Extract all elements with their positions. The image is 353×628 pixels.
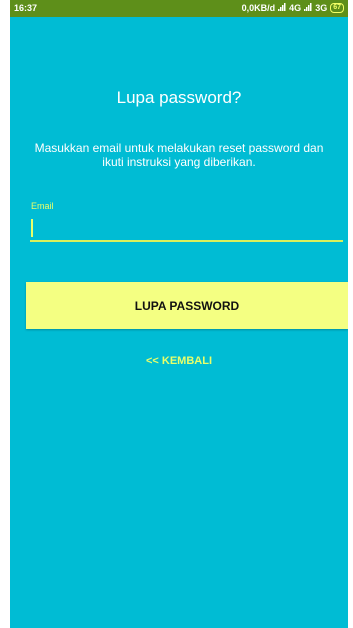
text-cursor [31,219,33,237]
email-label: Email [31,201,54,211]
instruction-text: Masukkan email untuk melakukan reset pas… [34,141,324,169]
status-time: 16:37 [14,3,38,13]
network-speed: 0,0KB/d [241,3,276,13]
signal-strength-icon [278,3,286,13]
app-screen: 16:37 0,0KB/d 4G 3G 67 Lupa password? Ma… [10,0,348,628]
status-bar: 16:37 0,0KB/d 4G 3G 67 [10,0,348,17]
back-link[interactable]: << KEMBALI [10,355,348,367]
status-indicators: 0,0KB/d 4G 3G 67 [242,3,344,13]
signal-strength-icon [304,3,312,13]
network-type-3g: 3G [315,3,328,13]
page-title: Lupa password? [116,88,242,107]
forgot-password-button[interactable]: LUPA PASSWORD [26,282,348,329]
battery-icon: 67 [330,3,344,13]
email-field[interactable] [30,214,343,242]
network-type-4g: 4G [289,3,302,13]
